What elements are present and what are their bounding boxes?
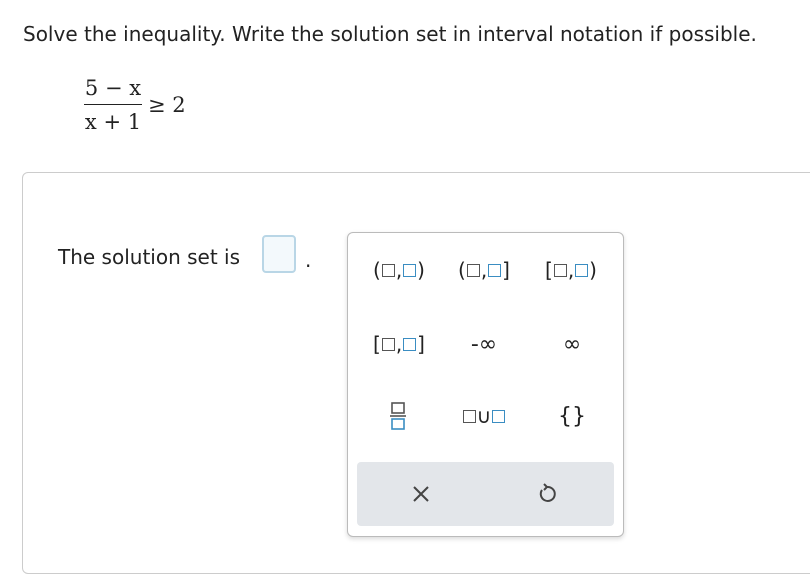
fraction-icon [390, 402, 406, 430]
placeholder-box-icon [403, 337, 417, 351]
placeholder-box-icon [403, 263, 417, 277]
placeholder-box-icon [381, 337, 395, 351]
braces-button[interactable]: {} [540, 399, 604, 433]
fraction-numerator: 5 − x [84, 76, 142, 100]
fraction-denominator: x + 1 [84, 110, 142, 134]
closed-closed-interval-button[interactable]: [,] [364, 327, 434, 361]
answer-input-box[interactable] [262, 235, 296, 273]
placeholder-box-icon [553, 263, 567, 277]
placeholder-box-icon [381, 263, 395, 277]
placeholder-box-icon [492, 409, 506, 423]
placeholder-box-icon [462, 409, 476, 423]
placeholder-box-icon [466, 263, 480, 277]
open-closed-interval-button[interactable]: (,] [449, 253, 519, 287]
answer-period: . [305, 248, 312, 272]
placeholder-box-icon [575, 263, 589, 277]
union-button[interactable]: ∪ [452, 399, 516, 433]
math-palette: (,) (,] [,) [,] -∞ ∞ ∪ {} [347, 232, 624, 537]
undo-button[interactable] [523, 477, 571, 511]
negative-infinity-button[interactable]: -∞ [452, 327, 516, 361]
closed-open-interval-button[interactable]: [,) [536, 253, 606, 287]
problem-prompt: Solve the inequality. Write the solution… [23, 22, 757, 46]
close-icon [413, 486, 429, 502]
fraction-button[interactable] [368, 399, 428, 433]
infinity-button[interactable]: ∞ [540, 327, 604, 361]
inequality-fraction: 5 − x x + 1 [84, 76, 142, 134]
placeholder-box-icon [488, 263, 502, 277]
open-open-interval-button[interactable]: (,) [364, 253, 434, 287]
inequality-relation: ≥ 2 [148, 93, 186, 117]
undo-icon [539, 483, 556, 502]
fraction-bar [84, 104, 142, 105]
answer-label: The solution set is [58, 245, 241, 269]
union-symbol: ∪ [476, 404, 492, 428]
clear-button[interactable] [397, 477, 445, 511]
palette-action-bar [357, 462, 614, 526]
